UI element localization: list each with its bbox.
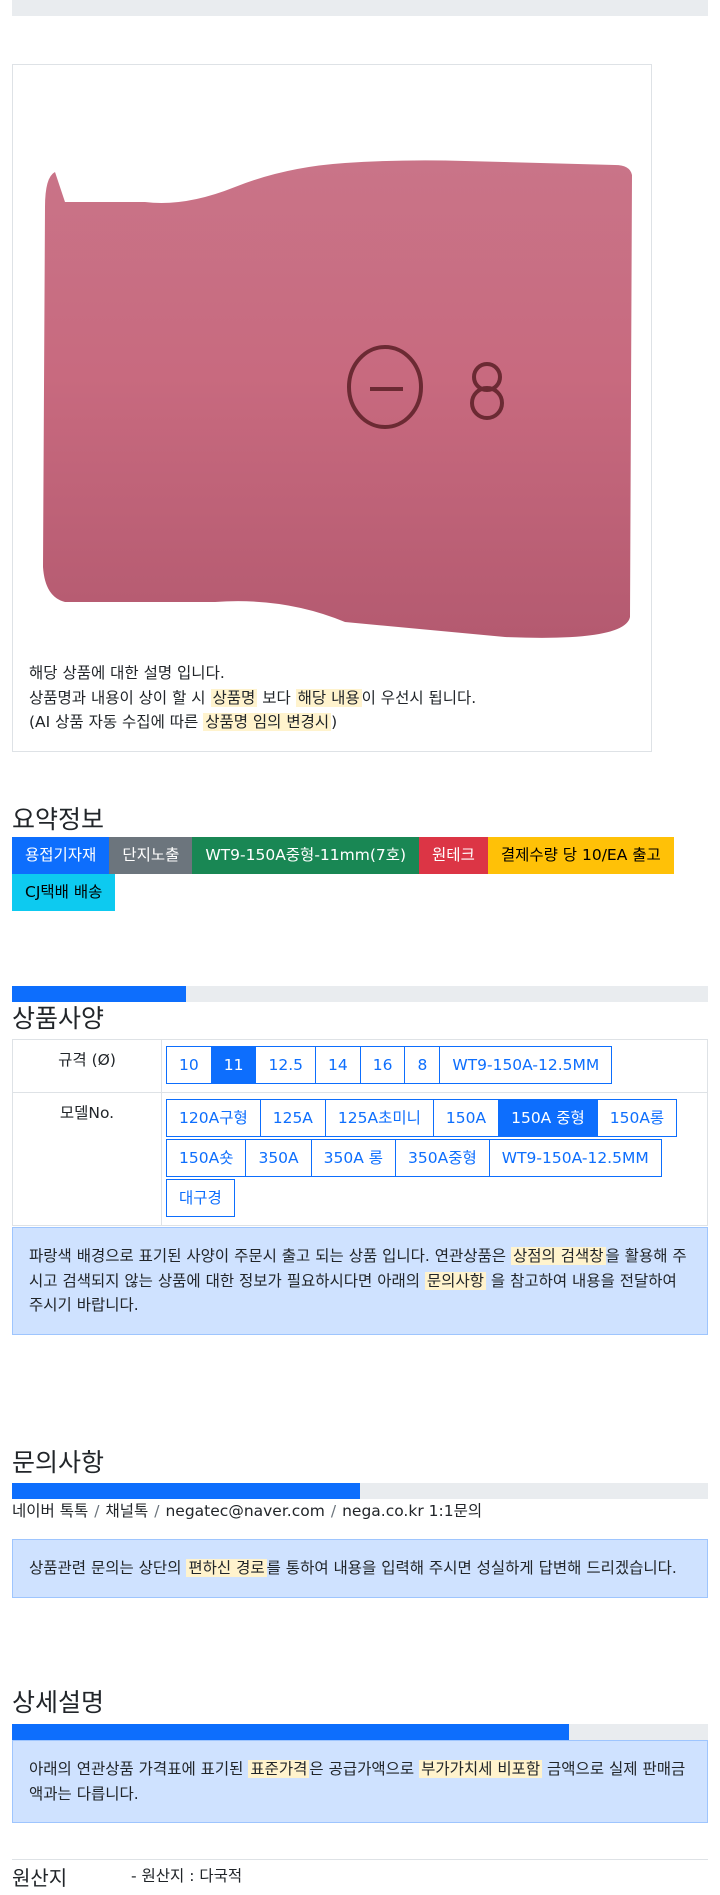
product-card: 해당 상품에 대한 설명 입니다. 상품명과 내용이 상이 할 시 상품명 보다… [12,64,652,752]
summary-heading: 요약정보 [12,805,105,834]
badge-product-code: WT9-150A중형-11mm(7호) [192,837,420,874]
contact-channel-talk[interactable]: 채널톡 [105,1502,148,1520]
model-option[interactable]: WT9-150A-12.5MM [488,1139,662,1177]
contact-email[interactable]: negatec@naver.com [165,1502,324,1520]
model-option[interactable]: 150A [432,1099,500,1137]
inquiry-progress [12,1483,708,1499]
detail-notice: 아래의 연관상품 가격표에 표기된 표준가격 은 공급가액으로 부가가치세 비포함… [12,1740,708,1823]
top-divider [12,0,708,16]
spec-model-label: 모델No. [12,1093,162,1225]
contact-naver-talk[interactable]: 네이버 톡톡 [12,1502,88,1520]
detail-heading: 상세설명 [12,1688,105,1717]
inquiry-notice: 상품관련 문의는 상단의 편하신 경로 를 통하여 내용을 입력해 주시면 성실하… [12,1539,708,1598]
specs-heading: 상품사양 [12,1004,105,1033]
origin-divider [12,1859,708,1860]
specs-notice: 파랑색 배경으로 표기된 사양이 주문시 출고 되는 상품 입니다. 연관상품은… [12,1227,708,1335]
size-option[interactable]: 10 [166,1046,212,1084]
model-option[interactable]: 350A [245,1139,312,1177]
model-option[interactable]: 125A초미니 [324,1099,434,1137]
size-option[interactable]: 16 [359,1046,406,1084]
badge-shipping: CJ택배 배송 [12,874,116,911]
size-option[interactable]: WT9-150A-12.5MM [439,1046,613,1084]
spec-size-label: 규격 (Ø) [12,1040,162,1092]
spec-table: 규격 (Ø) 10 11 12.5 14 16 8 WT9-150A-12.5M… [12,1039,708,1226]
origin-value: - 원산지 : 다국적 [131,1867,243,1885]
summary-badges: 용접기자재 단지노출 WT9-150A중형-11mm(7호) 원테크 결제수량 … [12,837,708,911]
size-option[interactable]: 14 [314,1046,361,1084]
model-option[interactable]: 350A 롱 [310,1139,397,1177]
badge-category: 용접기자재 [12,837,110,874]
specs-progress [12,986,708,1002]
size-options: 10 11 12.5 14 16 8 WT9-150A-12.5MM [166,1046,707,1086]
inquiry-heading: 문의사항 [12,1448,105,1477]
model-option[interactable]: 대구경 [166,1179,235,1217]
detail-progress [12,1724,708,1740]
model-option[interactable]: 350A중형 [395,1139,490,1177]
description-line-1: 해당 상품에 대한 설명 입니다. [29,664,225,682]
badge-quantity: 결제수량 당 10/EA 출고 [487,837,674,874]
model-options: 120A구형 125A 125A초미니 150A 150A 중형 150A롱 1… [166,1099,707,1219]
product-description: 해당 상품에 대한 설명 입니다. 상품명과 내용이 상이 할 시 상품명 보다… [29,661,476,735]
model-option-selected[interactable]: 150A 중형 [498,1099,598,1137]
model-option[interactable]: 120A구형 [166,1099,261,1137]
contact-site-inquiry[interactable]: nega.co.kr 1:1문의 [342,1502,482,1520]
model-option[interactable]: 150A숏 [166,1139,247,1177]
description-line-2: 상품명과 내용이 상이 할 시 상품명 보다 해당 내용 이 우선시 됩니다. [29,688,477,707]
size-option[interactable]: 12.5 [255,1046,316,1084]
origin-label: 원산지 [12,1866,68,1890]
badge-exposure: 단지노출 [109,837,193,874]
spec-row-model: 모델No. 120A구형 125A 125A초미니 150A 150A 중형 1… [12,1093,708,1226]
badge-manufacturer: 원테크 [419,837,488,874]
size-option[interactable]: 8 [404,1046,441,1084]
spec-row-size: 규격 (Ø) 10 11 12.5 14 16 8 WT9-150A-12.5M… [12,1040,708,1093]
product-image [43,160,632,638]
size-option-selected[interactable]: 11 [210,1046,257,1084]
model-option[interactable]: 125A [259,1099,326,1137]
description-line-3: (AI 상품 자동 수집에 따른 상품명 임의 변경시) [29,713,338,731]
contact-breadcrumb: 네이버 톡톡 / 채널톡 / negatec@naver.com / nega.co.kr … [12,1502,483,1520]
model-option[interactable]: 150A롱 [596,1099,678,1137]
